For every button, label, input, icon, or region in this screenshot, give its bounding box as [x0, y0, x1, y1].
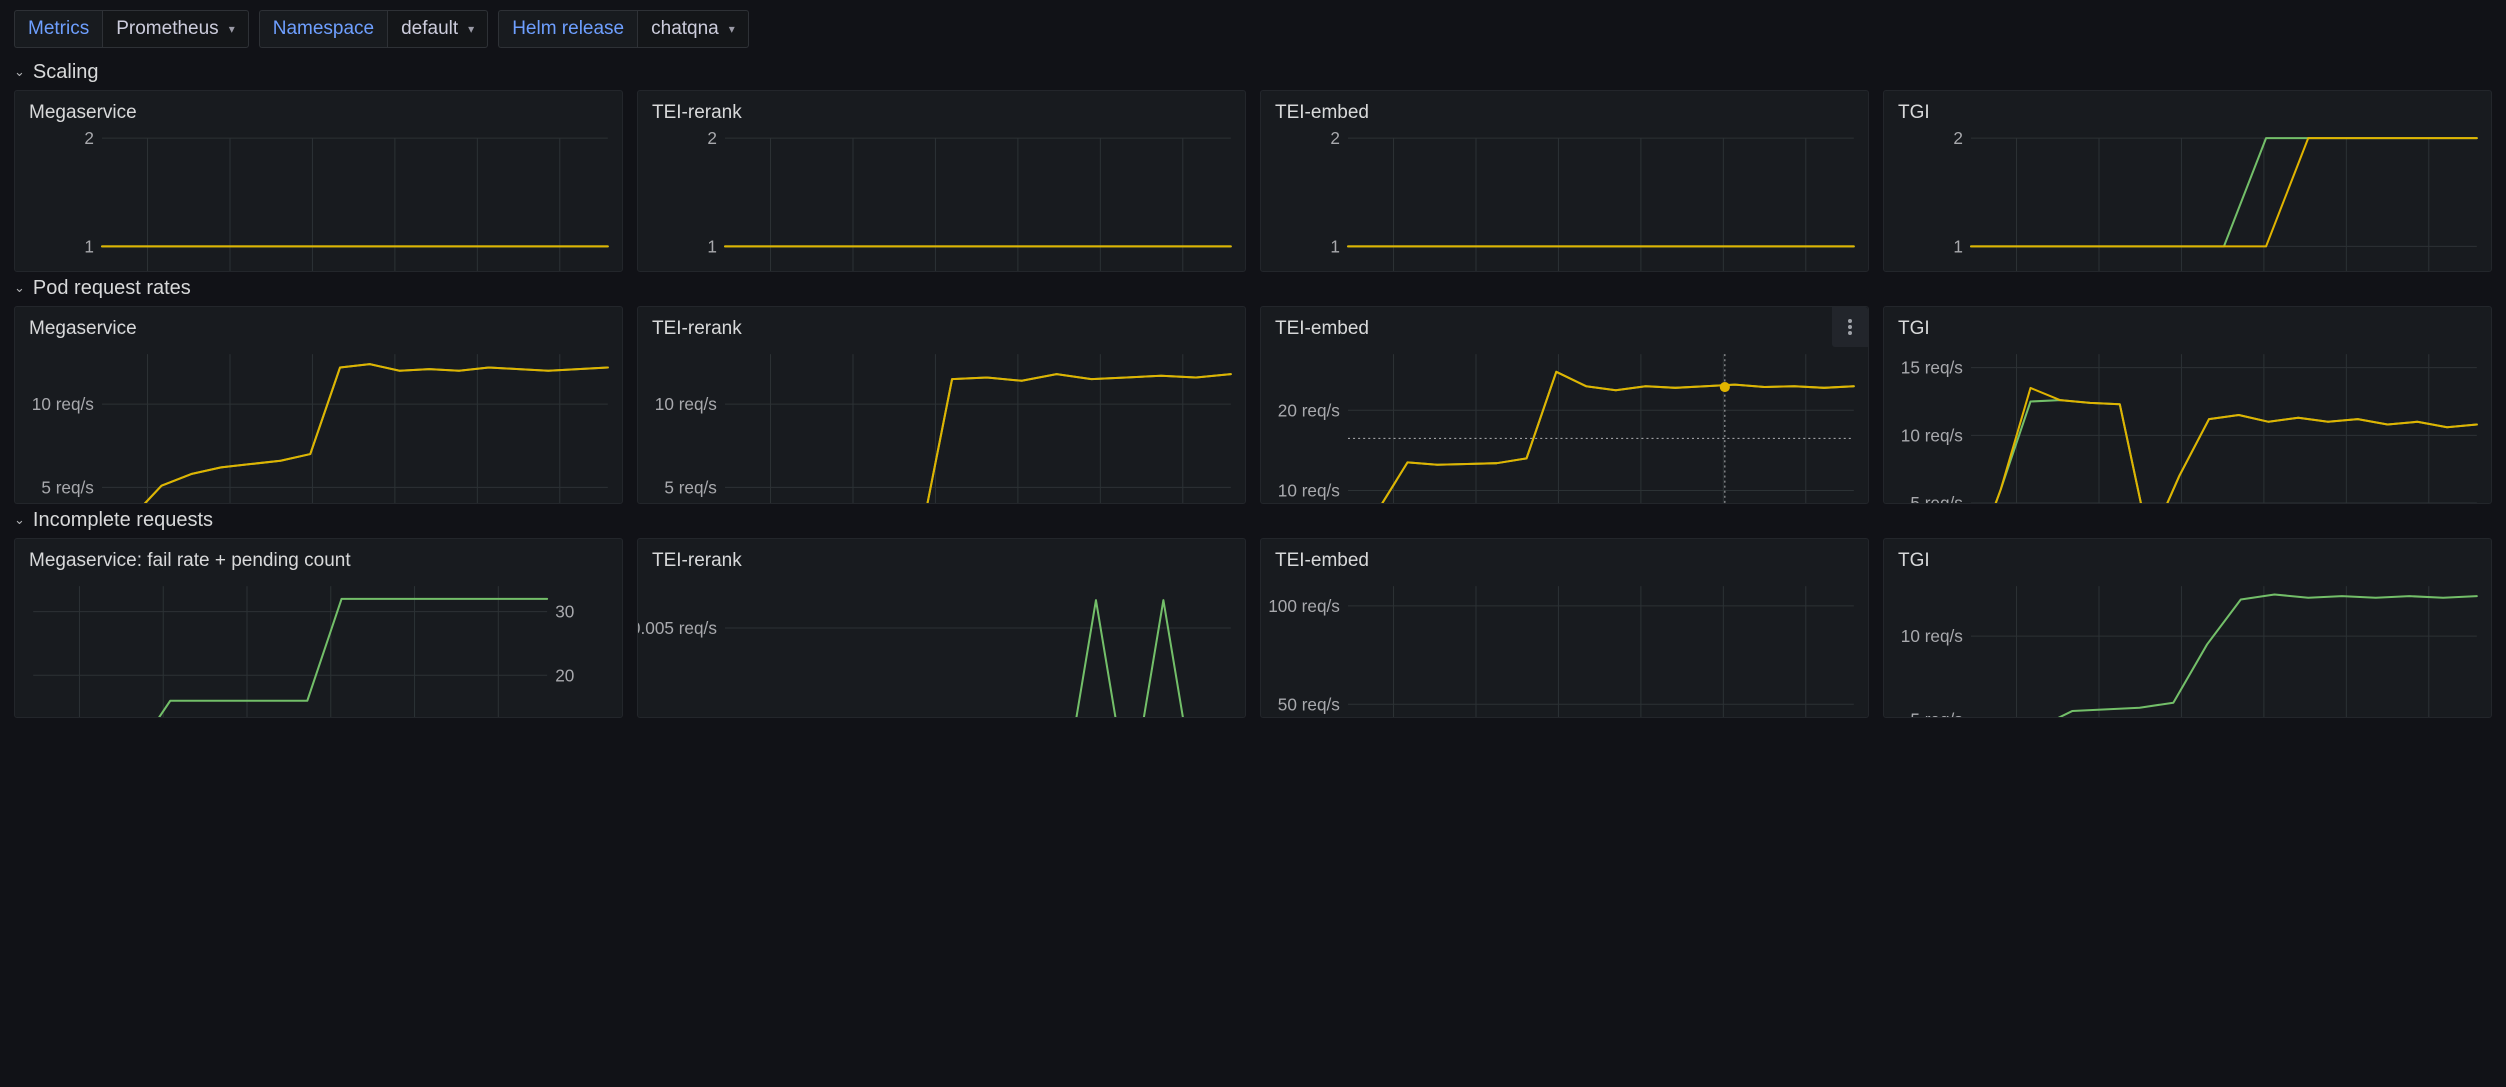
panel-rates-tei-rerank[interactable]: TEI-rerank0 req/s5 req/s10 req/s18:3018:…	[637, 306, 1246, 504]
panel-incomplete-tei-embed[interactable]: TEI-embed0 req/s50 req/s100 req/s18:3018…	[1260, 538, 1869, 718]
plot-area[interactable]: 0 req/s0.005 req/s18:3018:3518:4018:4518…	[638, 574, 1245, 717]
svg-text:1: 1	[84, 236, 94, 256]
row-title-pod-request-rates: Pod request rates	[32, 276, 191, 299]
svg-text:5 req/s: 5 req/s	[664, 477, 717, 497]
panel-title: TGI	[1898, 102, 1930, 123]
panel-title: TGI	[1898, 318, 1930, 339]
plot-area[interactable]: 0 req/s5 req/s10 req/s18:3018:3518:4018:…	[638, 342, 1245, 503]
svg-text:2: 2	[84, 128, 94, 148]
svg-text:5 req/s: 5 req/s	[41, 477, 94, 497]
panel-incomplete-tei-rerank[interactable]: TEI-rerank 0 req/s0.005 req/s18:3018:3518…	[637, 538, 1246, 718]
svg-text:20 req/s: 20 req/s	[1278, 400, 1340, 420]
panel-title: TEI-embed	[1275, 318, 1369, 339]
panel-scaling-tgi[interactable]: TGI01218:3018:3518:4018:4518:5018:55Inst…	[1883, 90, 2492, 272]
variable-namespace-label[interactable]: Namespace	[258, 9, 388, 48]
panel-title: TGI	[1898, 550, 1930, 571]
panel-scaling-tei-rerank[interactable]: TEI-rerank01218:3018:3518:4018:4518:5018…	[637, 90, 1246, 272]
row-header-pod-request-rates[interactable]: ⌄ Pod request rates	[0, 272, 2506, 306]
svg-text:2: 2	[1953, 128, 1963, 148]
panel-title: TEI-embed	[1275, 550, 1369, 571]
variable-metrics-text: Prometheus	[116, 17, 219, 39]
plot-area[interactable]: 01218:3018:3518:4018:4518:5018:55	[15, 126, 622, 271]
svg-text:100 req/s: 100 req/s	[1268, 596, 1340, 616]
svg-text:1: 1	[1330, 236, 1340, 256]
svg-text:10 req/s: 10 req/s	[1901, 626, 1963, 646]
plot-area[interactable]: 010203018:3018:3518:4018:4518:5018:55	[15, 574, 622, 717]
chevron-down-icon: ⌄	[14, 64, 25, 79]
row-title-incomplete-requests: Incomplete requests	[32, 508, 214, 531]
plot-area[interactable]: 0 req/s5 req/s10 req/s18:3018:3518:4018:…	[15, 342, 622, 503]
panel-title: Megaservice: fail rate + pending count	[29, 550, 351, 571]
svg-text:5 req/s: 5 req/s	[1910, 709, 1963, 718]
variable-namespace[interactable]: Namespace default ▾	[258, 9, 489, 48]
variable-helm-release-value[interactable]: chatqna ▾	[637, 9, 749, 48]
variable-metrics-value[interactable]: Prometheus ▾	[102, 9, 249, 48]
panel-rates-tgi[interactable]: TGI0 req/s5 req/s10 req/s15 req/s18:3018…	[1883, 306, 2492, 504]
row-panels-incomplete-requests: Megaservice: fail rate + pending count01…	[0, 538, 2506, 718]
variable-namespace-value[interactable]: default ▾	[387, 9, 489, 48]
svg-text:5 req/s: 5 req/s	[1910, 493, 1963, 504]
svg-text:2: 2	[1330, 128, 1340, 148]
variable-metrics[interactable]: Metrics Prometheus ▾	[14, 9, 249, 48]
svg-text:2: 2	[707, 128, 717, 148]
chevron-down-icon: ▾	[728, 21, 735, 36]
svg-text:15 req/s: 15 req/s	[1901, 358, 1963, 378]
panel-title: Megaservice	[29, 318, 137, 339]
panel-menu-icon[interactable]	[1832, 307, 1868, 347]
panel-incomplete-megaservice[interactable]: Megaservice: fail rate + pending count01…	[14, 538, 623, 718]
panel-title: Megaservice	[29, 102, 137, 123]
svg-text:10 req/s: 10 req/s	[32, 394, 94, 414]
panel-title: TEI-rerank	[652, 102, 742, 123]
panel-title: TEI-rerank	[652, 318, 742, 339]
panel-title: TEI-rerank	[652, 550, 742, 571]
svg-text:20: 20	[555, 665, 574, 685]
variable-helm-release-label[interactable]: Helm release	[498, 9, 638, 48]
variable-namespace-text: default	[401, 17, 459, 39]
plot-area[interactable]: 0 req/s10 req/s20 req/s18:3018:3518:4018…	[1261, 342, 1868, 503]
svg-text:1: 1	[1953, 236, 1963, 256]
plot-area[interactable]: 0 req/s50 req/s100 req/s18:3018:3518:401…	[1261, 574, 1868, 717]
chevron-down-icon: ⌄	[14, 280, 25, 295]
row-panels-pod-request-rates: Megaservice0 req/s5 req/s10 req/s18:3018…	[0, 306, 2506, 504]
panel-scaling-megaservice[interactable]: Megaservice01218:3018:3518:4018:4518:501…	[14, 90, 623, 272]
row-panels-scaling: Megaservice01218:3018:3518:4018:4518:501…	[0, 90, 2506, 272]
plot-area[interactable]: 01218:3018:3518:4018:4518:5018:55	[1261, 126, 1868, 271]
plot-area[interactable]: 0 req/s5 req/s10 req/s18:3018:3518:4018:…	[1884, 574, 2491, 718]
panel-scaling-tei-embed[interactable]: TEI-embed01218:3018:3518:4018:4518:5018:…	[1260, 90, 1869, 272]
row-title-scaling: Scaling	[32, 60, 99, 83]
variable-helm-release[interactable]: Helm release chatqna ▾	[498, 9, 749, 48]
panel-rates-megaservice[interactable]: Megaservice0 req/s5 req/s10 req/s18:3018…	[14, 306, 623, 504]
svg-text:50 req/s: 50 req/s	[1278, 694, 1340, 714]
row-header-scaling[interactable]: ⌄ Scaling	[0, 56, 2506, 90]
svg-text:10 req/s: 10 req/s	[655, 394, 717, 414]
variable-toolbar: Metrics Prometheus ▾ Namespace default ▾…	[0, 0, 2506, 56]
variable-helm-release-text: chatqna	[651, 17, 719, 39]
plot-area[interactable]: 01218:3018:3518:4018:4518:5018:55	[638, 126, 1245, 271]
svg-text:30: 30	[555, 602, 574, 622]
variable-metrics-label[interactable]: Metrics	[14, 9, 103, 48]
svg-text:10 req/s: 10 req/s	[1278, 481, 1340, 501]
chevron-down-icon: ▾	[228, 21, 235, 36]
svg-text:1: 1	[707, 236, 717, 256]
panel-incomplete-tgi[interactable]: TGI0 req/s5 req/s10 req/s18:3018:3518:40…	[1883, 538, 2492, 718]
chevron-down-icon: ▾	[468, 21, 475, 36]
plot-area[interactable]: 0 req/s5 req/s10 req/s15 req/s18:3018:35…	[1884, 342, 2491, 504]
row-header-incomplete-requests[interactable]: ⌄ Incomplete requests	[0, 504, 2506, 538]
svg-text:0.005 req/s: 0.005 req/s	[638, 618, 717, 638]
plot-area[interactable]: 01218:3018:3518:4018:4518:5018:55	[1884, 126, 2491, 271]
panel-rates-tei-embed[interactable]: TEI-embed0 req/s10 req/s20 req/s18:3018:…	[1260, 306, 1869, 504]
chevron-down-icon: ⌄	[14, 512, 25, 527]
panel-title: TEI-embed	[1275, 102, 1369, 123]
svg-text:10 req/s: 10 req/s	[1901, 425, 1963, 445]
